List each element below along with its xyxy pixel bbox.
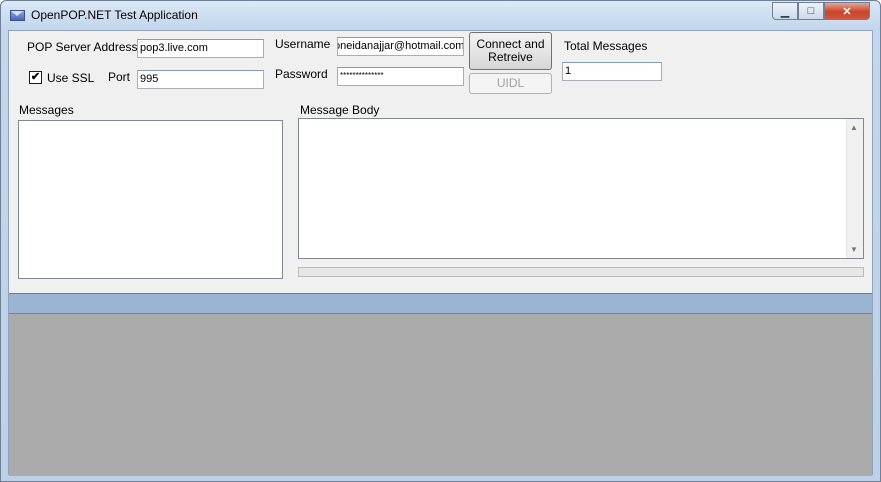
- port-input[interactable]: 995: [137, 70, 264, 89]
- window-title: OpenPOP.NET Test Application: [31, 8, 198, 22]
- attachments-grid[interactable]: [9, 293, 872, 476]
- message-body-textarea[interactable]: ▲ ▼: [298, 118, 864, 259]
- total-messages-input[interactable]: 1: [562, 62, 662, 81]
- total-messages-label: Total Messages: [564, 39, 648, 53]
- pop-server-label: POP Server Address: [27, 40, 138, 54]
- scroll-down-icon[interactable]: ▼: [850, 245, 858, 254]
- use-ssl-checkbox[interactable]: ✔: [29, 71, 42, 84]
- envelope-icon: [10, 10, 25, 21]
- scroll-up-icon[interactable]: ▲: [850, 123, 858, 132]
- message-body-label: Message Body: [300, 103, 380, 117]
- progress-bar: [298, 267, 864, 277]
- use-ssl-label: Use SSL: [47, 71, 95, 85]
- password-input[interactable]: **************: [337, 67, 464, 86]
- close-button[interactable]: ✕: [824, 2, 870, 20]
- username-input[interactable]: oneidanajjar@hotmail.com: [337, 37, 464, 56]
- pop-server-input[interactable]: pop3.live.com: [137, 39, 264, 58]
- message-body-scrollbar[interactable]: ▲ ▼: [846, 119, 863, 258]
- maximize-button[interactable]: □: [798, 2, 824, 20]
- uidl-button[interactable]: UIDL: [469, 73, 552, 94]
- password-label: Password: [275, 67, 328, 81]
- grid-header: [9, 294, 872, 314]
- minimize-button[interactable]: ▁: [772, 2, 798, 20]
- username-label: Username: [275, 37, 331, 51]
- title-bar[interactable]: OpenPOP.NET Test Application ▁ □ ✕: [1, 1, 880, 31]
- app-window: OpenPOP.NET Test Application ▁ □ ✕ POP S…: [0, 0, 881, 482]
- messages-listbox[interactable]: [18, 120, 283, 279]
- port-label: Port: [108, 70, 131, 84]
- messages-label: Messages: [19, 103, 74, 117]
- form-client-area: POP Server Address pop3.live.com Usernam…: [8, 30, 873, 476]
- connect-retrieve-button[interactable]: Connect and Retreive: [469, 32, 552, 70]
